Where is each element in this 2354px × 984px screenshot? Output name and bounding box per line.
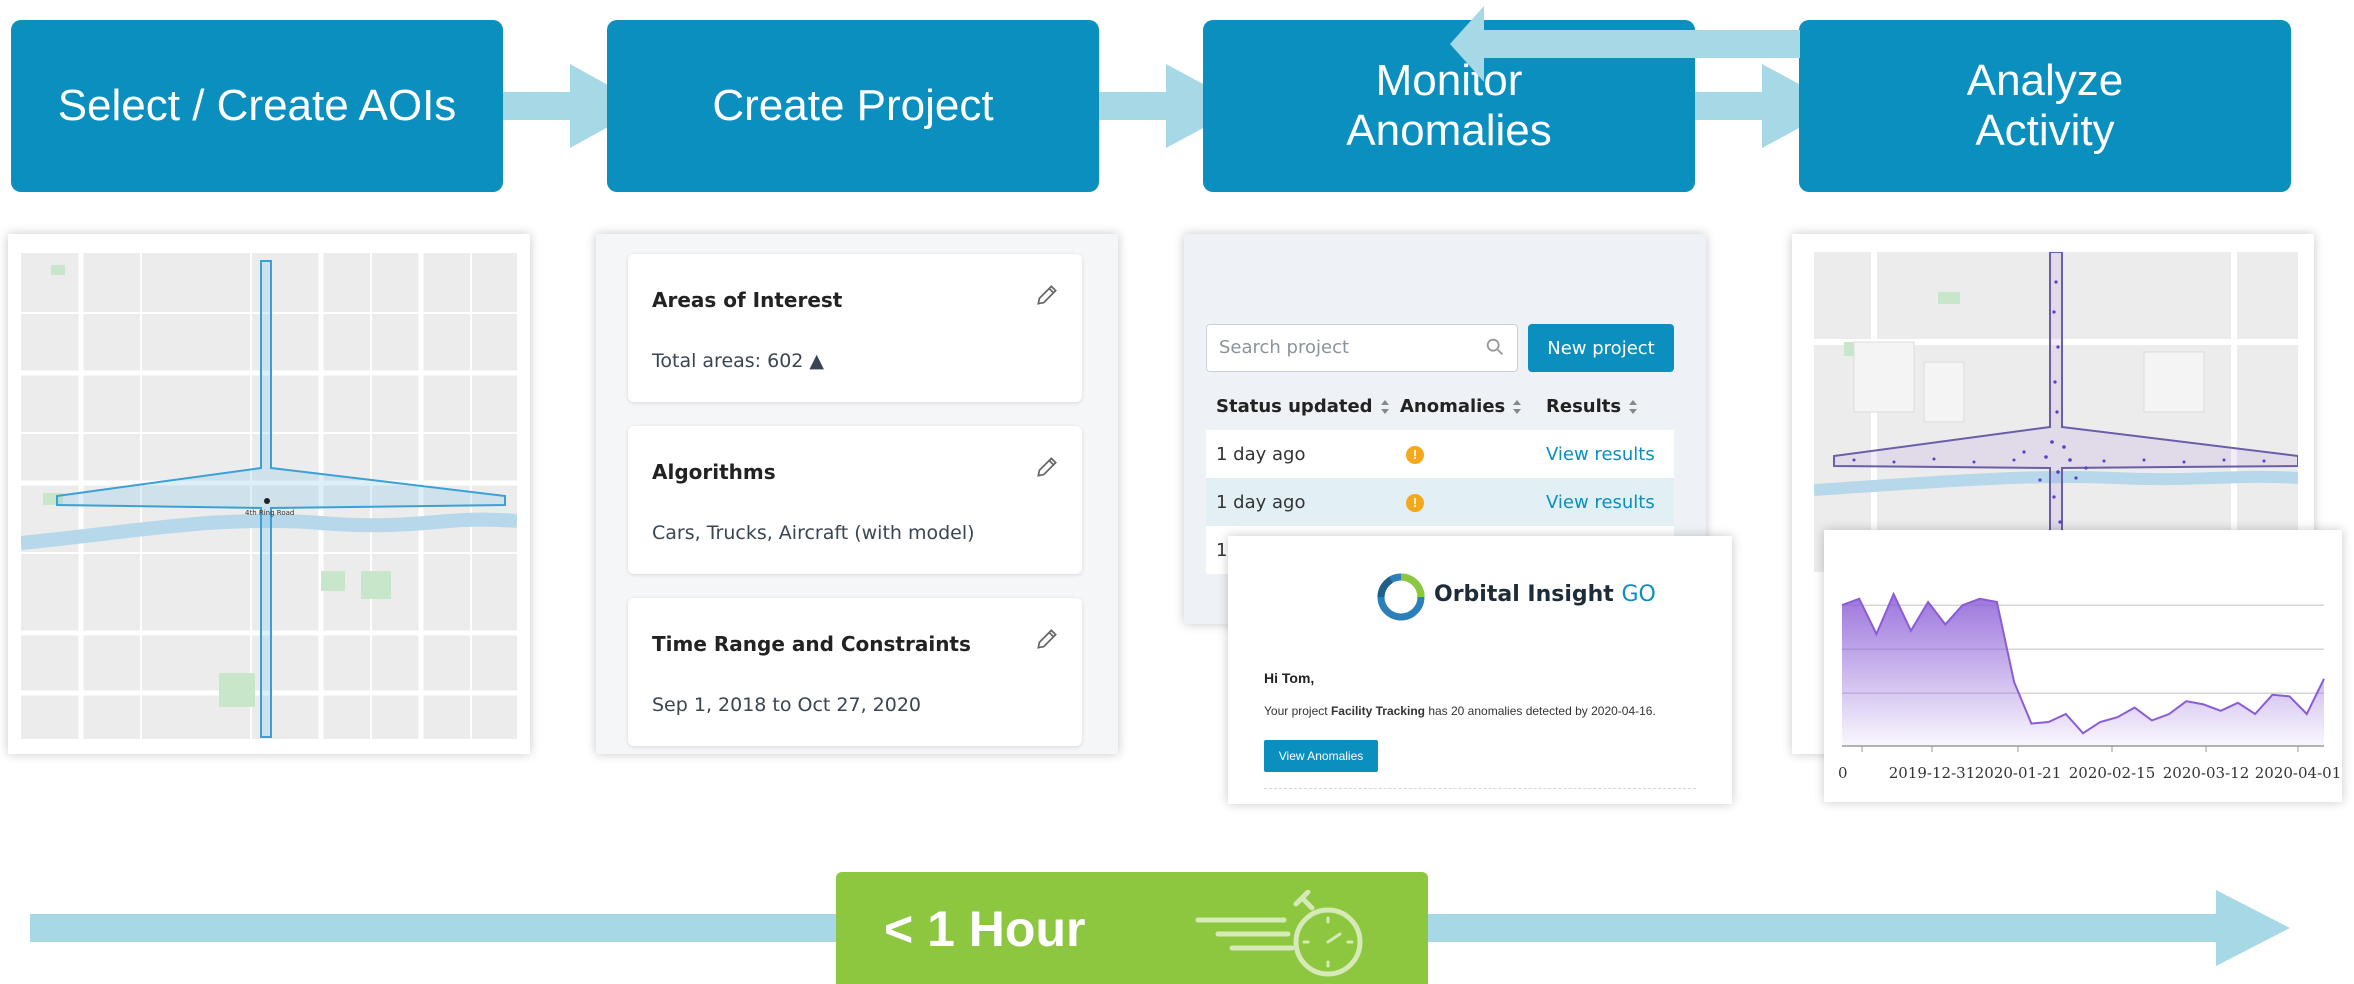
sort-icon <box>1629 400 1638 414</box>
section-value: Total areas: 602 ▲ <box>652 350 825 372</box>
activity-area-chart: 0 2019-12-31 2020-01-21 2020-02-15 2020-03-1… <box>1838 591 2341 782</box>
activity-map <box>1814 252 2298 572</box>
x-tick-label: 2019-12-31 <box>1889 764 1975 782</box>
column-header-results[interactable]: Results <box>1546 396 1639 417</box>
view-results-link[interactable]: View results <box>1546 444 1655 465</box>
new-project-button[interactable]: New project <box>1528 324 1674 372</box>
aoi-map: 4th Ring Road <box>21 253 517 739</box>
section-algorithms: Algorithms Cars, Trucks, Aircraft (with … <box>628 426 1082 574</box>
aoi-map-card: 4th Ring Road <box>8 234 530 754</box>
status-cell: 1 <box>1216 540 1228 561</box>
anomaly-warning-icon: ! <box>1406 446 1424 464</box>
divider <box>1264 788 1696 789</box>
view-anomalies-button[interactable]: View Anomalies <box>1264 740 1378 772</box>
email-message: Your project Facility Tracking has 20 an… <box>1264 704 1656 718</box>
project-form-card: Areas of Interest Total areas: 602 ▲ Alg… <box>596 234 1118 754</box>
time-label: < 1 Hour <box>884 901 1086 957</box>
sort-icon <box>1380 400 1389 414</box>
activity-chart-card: 0 2019-12-31 2020-01-21 2020-02-15 2020-03-1… <box>1824 530 2342 802</box>
x-tick-label: 0 <box>1838 764 1848 782</box>
section-title: Algorithms <box>652 460 776 484</box>
section-title: Time Range and Constraints <box>652 632 971 656</box>
search-icon <box>1486 338 1503 355</box>
table-row[interactable]: 1 day ago ! View results <box>1206 430 1674 478</box>
return-arrow-layer <box>1450 6 1800 82</box>
x-tick-label: 2020-02-15 <box>2069 764 2155 782</box>
svg-text:4th Ring Road: 4th Ring Road <box>245 509 294 517</box>
table-row[interactable]: 1 day ago ! View results <box>1206 478 1674 526</box>
pencil-icon[interactable] <box>1034 626 1060 652</box>
pencil-icon[interactable] <box>1034 454 1060 480</box>
x-tick-label: 2020-04-01 <box>2255 764 2341 782</box>
orbital-insight-logo-icon <box>1377 573 1425 621</box>
section-value: Sep 1, 2018 to Oct 27, 2020 <box>652 694 922 716</box>
status-cell: 1 day ago <box>1216 492 1306 513</box>
section-areas-of-interest: Areas of Interest Total areas: 602 ▲ <box>628 254 1082 402</box>
section-title: Areas of Interest <box>652 288 843 312</box>
x-axis: 0 2019-12-31 2020-01-21 2020-02-15 2020-03-1… <box>1838 745 2341 782</box>
status-cell: 1 day ago <box>1216 444 1306 465</box>
section-value: Cars, Trucks, Aircraft (with model) <box>652 522 975 544</box>
column-header-anomalies[interactable]: Anomalies <box>1400 396 1523 417</box>
anomaly-warning-icon: ! <box>1406 494 1424 512</box>
column-header-status[interactable]: Status updated <box>1216 396 1391 417</box>
section-time-range: Time Range and Constraints Sep 1, 2018 t… <box>628 598 1082 746</box>
anomaly-email-card: Orbital Insight GO Hi Tom, Your project … <box>1228 536 1732 804</box>
series-area <box>1842 594 2324 746</box>
search-input[interactable]: Search project <box>1206 324 1518 372</box>
view-results-link[interactable]: View results <box>1546 492 1655 513</box>
brand-name: Orbital Insight GO <box>1434 582 1656 607</box>
time-badge: < 1 Hour <box>836 872 1428 984</box>
arrow-step4-back-to-step3 <box>1450 6 1800 82</box>
x-tick-label: 2020-01-21 <box>1975 764 2061 782</box>
x-tick-label: 2020-03-12 <box>2163 764 2249 782</box>
sort-icon <box>1513 400 1522 414</box>
stopwatch-icon <box>1195 890 1363 977</box>
email-greeting: Hi Tom, <box>1264 670 1315 686</box>
pencil-icon[interactable] <box>1034 282 1060 308</box>
